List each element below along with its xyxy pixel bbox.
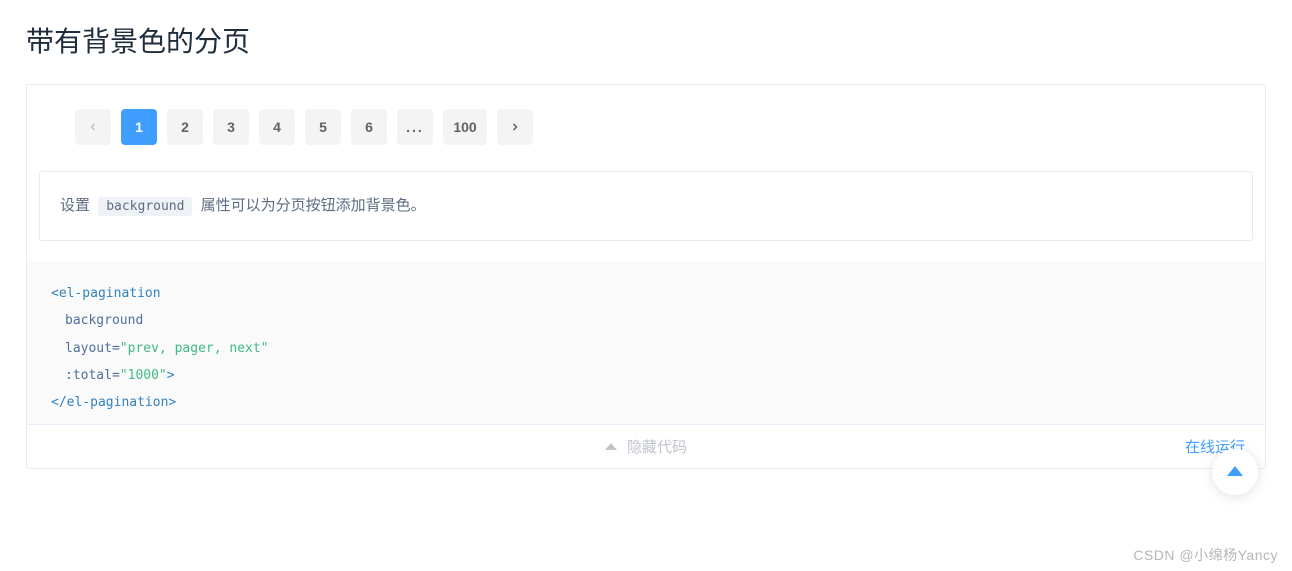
page-100-button[interactable]: 100	[443, 109, 487, 145]
code-attr-close: >	[167, 368, 175, 383]
caret-up-icon	[1227, 466, 1243, 476]
hide-code-button[interactable]: 隐藏代码	[605, 436, 687, 457]
description-after: 属性可以为分页按钮添加背景色。	[201, 197, 426, 214]
description-code-chip: background	[98, 197, 192, 216]
code-attr-total-val: "1000"	[120, 368, 167, 383]
code-attr-layout-name: layout=	[65, 341, 120, 356]
code-open-tag: <el-pagination	[51, 286, 161, 301]
page-3-button[interactable]: 3	[213, 109, 249, 145]
demo-content: 1 2 3 4 5 6 ... 100	[27, 85, 1265, 171]
prev-button[interactable]	[75, 109, 111, 145]
demo-box: 1 2 3 4 5 6 ... 100 设置 background 属性可以为分…	[26, 84, 1266, 469]
code-close-tag: </el-pagination>	[51, 395, 176, 410]
code-attr-layout-val: "prev, pager, next"	[120, 341, 269, 356]
page-2-button[interactable]: 2	[167, 109, 203, 145]
code-attr-background: background	[65, 313, 143, 328]
code-block: <el-pagination background layout="prev, pa…	[27, 261, 1265, 424]
page-1-button[interactable]: 1	[121, 109, 157, 145]
pagination: 1 2 3 4 5 6 ... 100	[75, 109, 1241, 145]
footer-bar: 隐藏代码 在线运行	[27, 424, 1265, 468]
page-6-button[interactable]: 6	[351, 109, 387, 145]
hide-code-label: 隐藏代码	[627, 436, 687, 457]
page-4-button[interactable]: 4	[259, 109, 295, 145]
caret-up-icon	[605, 443, 617, 450]
description-box: 设置 background 属性可以为分页按钮添加背景色。	[39, 171, 1253, 241]
page-ellipsis-button[interactable]: ...	[397, 109, 433, 145]
page-5-button[interactable]: 5	[305, 109, 341, 145]
watermark: CSDN @小绵杨Yancy	[1133, 545, 1278, 565]
description-before: 设置	[60, 197, 90, 214]
page-title: 带有背景色的分页	[0, 0, 1292, 84]
scroll-top-button[interactable]	[1212, 449, 1258, 495]
code-attr-total-name: :total=	[65, 368, 120, 383]
next-button[interactable]	[497, 109, 533, 145]
